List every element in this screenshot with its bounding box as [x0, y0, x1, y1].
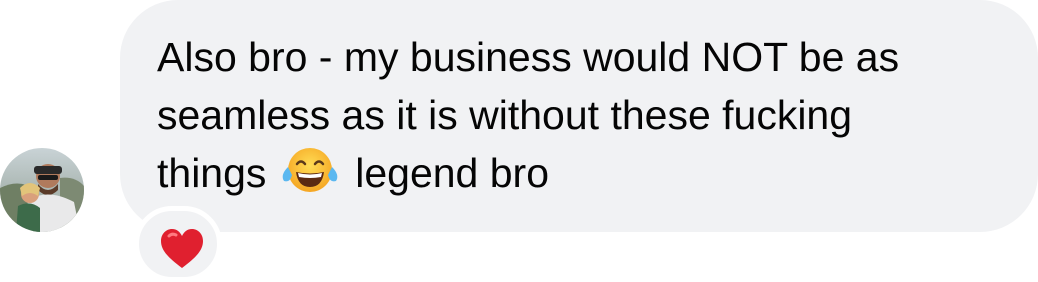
- message-text: Also bro - my business would NOT be as s…: [157, 28, 1017, 202]
- red-heart-icon: [161, 229, 203, 268]
- avatar-photo: [0, 148, 84, 232]
- tears-of-joy-emoji-icon: [280, 145, 340, 195]
- message-line-2: seamless as it is without these fucking: [157, 92, 853, 138]
- reaction-badge[interactable]: [134, 206, 222, 282]
- message-line-3-start: things: [157, 150, 267, 196]
- sender-avatar[interactable]: [0, 148, 84, 232]
- message-line-1: Also bro - my business would NOT be as: [157, 34, 900, 80]
- message-line-3-end: legend bro: [355, 150, 550, 196]
